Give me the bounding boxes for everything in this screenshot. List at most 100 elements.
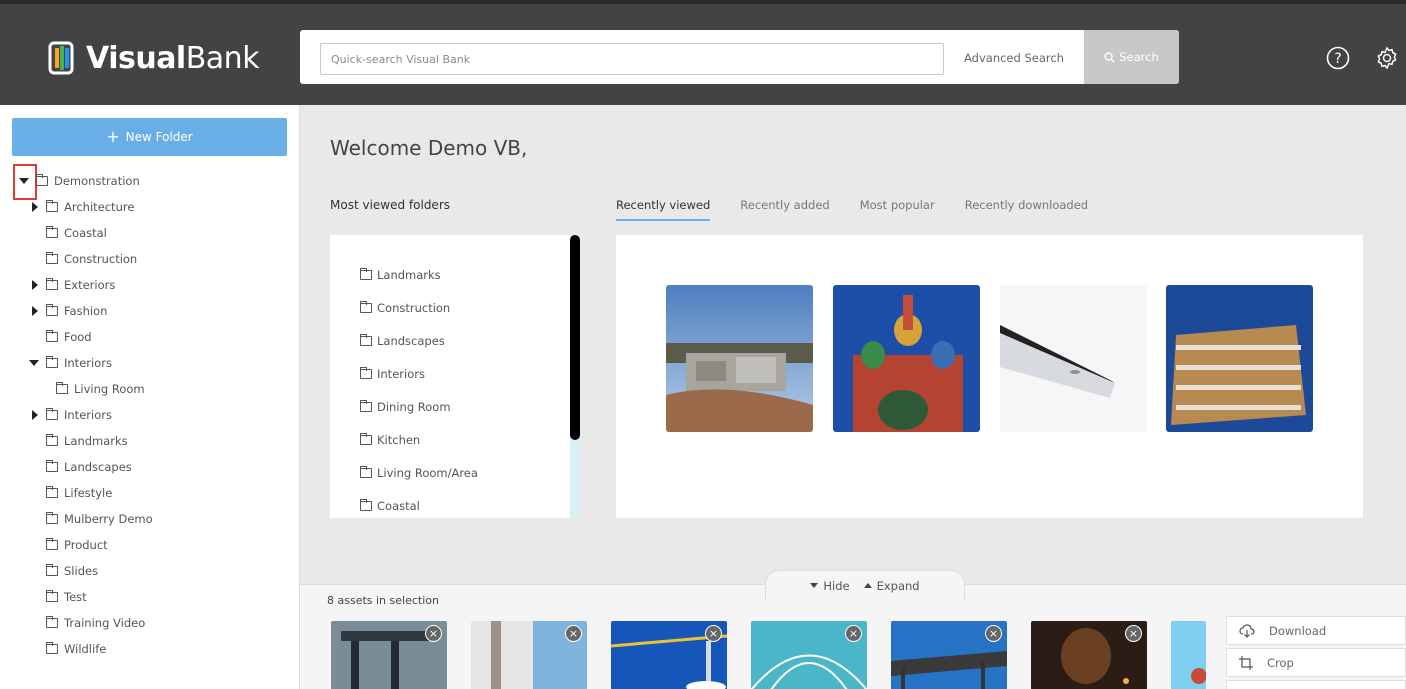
tree-item-coastal[interactable]: Coastal bbox=[46, 223, 107, 243]
mv-folder-item[interactable]: Landmarks bbox=[360, 268, 441, 282]
download-label: Download bbox=[1269, 623, 1327, 638]
tree-item-fashion[interactable]: Fashion bbox=[46, 301, 107, 321]
tree-item-demonstration[interactable]: Demonstration bbox=[36, 171, 140, 191]
selection-thumbnail[interactable]: × bbox=[751, 621, 867, 689]
selection-thumbnail[interactable]: × bbox=[891, 621, 1007, 689]
expand-interiors-icon[interactable] bbox=[32, 410, 38, 420]
tree-item-living-room[interactable]: Living Room bbox=[56, 379, 145, 399]
mv-folder-item[interactable]: Living Room/Area bbox=[360, 466, 478, 480]
mv-folder-label: Kitchen bbox=[377, 433, 421, 447]
expand-tray-button[interactable]: Expand bbox=[863, 579, 920, 593]
tree-item-exteriors[interactable]: Exteriors bbox=[46, 275, 115, 295]
logo-text: VisualBank bbox=[86, 40, 260, 76]
folder-icon bbox=[360, 301, 372, 313]
selection-thumbnail[interactable]: × bbox=[611, 621, 727, 689]
tree-item-label: Interiors bbox=[64, 408, 112, 422]
tab-recently-downloaded[interactable]: Recently downloaded bbox=[965, 198, 1088, 221]
search-button[interactable]: Search bbox=[1084, 30, 1179, 84]
mv-folder-label: Landscapes bbox=[377, 334, 445, 348]
mv-folder-item[interactable]: Landscapes bbox=[360, 334, 445, 348]
tab-recently-added[interactable]: Recently added bbox=[740, 198, 829, 221]
expand-fashion-icon[interactable] bbox=[32, 306, 38, 316]
folder-icon bbox=[360, 499, 372, 511]
tree-item-training-video[interactable]: Training Video bbox=[46, 613, 145, 633]
recent-assets-panel bbox=[616, 235, 1363, 518]
more-actions-button[interactable] bbox=[1226, 680, 1406, 689]
tree-item-construction[interactable]: Construction bbox=[46, 249, 137, 269]
folder-icon bbox=[360, 334, 372, 346]
mv-folder-label: Living Room/Area bbox=[377, 466, 478, 480]
tab-recently-viewed[interactable]: Recently viewed bbox=[616, 198, 711, 221]
tree-item-landmarks[interactable]: Landmarks bbox=[46, 431, 128, 451]
folder-icon bbox=[46, 252, 58, 264]
tree-item-wildlife[interactable]: Wildlife bbox=[46, 639, 106, 659]
remove-icon[interactable]: × bbox=[705, 625, 722, 642]
selection-thumbnail[interactable]: × bbox=[331, 621, 447, 689]
tree-item-lifestyle[interactable]: Lifestyle bbox=[46, 483, 112, 503]
tree-item-label: Exteriors bbox=[64, 278, 116, 292]
tree-item-label: Fashion bbox=[64, 304, 108, 318]
tree-item-food[interactable]: Food bbox=[46, 327, 92, 347]
mv-folder-item[interactable]: Coastal bbox=[360, 499, 420, 513]
mv-folder-item[interactable]: Kitchen bbox=[360, 433, 420, 447]
caret-down-icon bbox=[810, 583, 819, 588]
expand-architecture-icon[interactable] bbox=[32, 202, 38, 212]
mv-folder-item[interactable]: Dining Room bbox=[360, 400, 451, 414]
tree-item-label: Lifestyle bbox=[64, 486, 113, 500]
tree-item-slides[interactable]: Slides bbox=[46, 561, 98, 581]
remove-icon[interactable]: × bbox=[565, 625, 582, 642]
remove-icon[interactable]: × bbox=[1125, 625, 1142, 642]
selection-thumbnail[interactable] bbox=[1171, 621, 1206, 689]
remove-icon[interactable]: × bbox=[985, 625, 1002, 642]
folder-icon bbox=[36, 174, 48, 186]
folder-icon bbox=[46, 564, 58, 576]
tree-item-mulberry-demo[interactable]: Mulberry Demo bbox=[46, 509, 153, 529]
tree-item-label: Landscapes bbox=[64, 460, 132, 474]
collapse-demonstration-icon[interactable] bbox=[19, 178, 29, 184]
tree-item-interiors-2[interactable]: Interiors bbox=[46, 405, 112, 425]
advanced-search-link[interactable]: Advanced Search bbox=[964, 51, 1064, 65]
tree-item-label: Test bbox=[64, 590, 87, 604]
tree-item-landscapes[interactable]: Landscapes bbox=[46, 457, 132, 477]
expand-exteriors-icon[interactable] bbox=[32, 280, 38, 290]
tree-item-architecture[interactable]: Architecture bbox=[46, 197, 134, 217]
cloud-download-icon bbox=[1239, 623, 1255, 638]
asset-thumbnail[interactable] bbox=[1000, 285, 1147, 432]
folder-icon bbox=[46, 226, 58, 238]
folder-icon bbox=[56, 382, 68, 394]
tree-item-test[interactable]: Test bbox=[46, 587, 87, 607]
most-viewed-folders-panel: Landmarks Construction Landscapes Interi… bbox=[330, 235, 580, 518]
asset-thumbnail[interactable] bbox=[1166, 285, 1313, 432]
mv-folder-label: Interiors bbox=[377, 367, 425, 381]
mv-folder-item[interactable]: Interiors bbox=[360, 367, 425, 381]
new-folder-button[interactable]: + New Folder bbox=[12, 118, 287, 156]
top-header: VisualBank Advanced Search Search ? bbox=[0, 0, 1406, 105]
visualbank-logo[interactable]: VisualBank bbox=[48, 37, 260, 79]
quick-search-input[interactable] bbox=[320, 43, 944, 75]
remove-icon[interactable]: × bbox=[845, 625, 862, 642]
tree-item-label: Living Room bbox=[74, 382, 145, 396]
asset-thumbnail[interactable] bbox=[666, 285, 813, 432]
scrollbar-thumb[interactable] bbox=[570, 235, 580, 440]
folder-icon bbox=[46, 538, 58, 550]
search-button-label: Search bbox=[1119, 50, 1159, 64]
tab-most-popular[interactable]: Most popular bbox=[860, 198, 935, 221]
tree-item-label: Architecture bbox=[64, 200, 135, 214]
tree-item-label: Construction bbox=[64, 252, 138, 266]
download-button[interactable]: Download bbox=[1226, 616, 1406, 645]
folder-icon bbox=[360, 367, 372, 379]
tree-item-interiors[interactable]: Interiors bbox=[46, 353, 112, 373]
help-icon[interactable]: ? bbox=[1326, 46, 1350, 70]
hide-label: Hide bbox=[823, 578, 850, 593]
selection-thumbnail[interactable]: × bbox=[1031, 621, 1147, 689]
mv-folder-item[interactable]: Construction bbox=[360, 301, 450, 315]
folder-icon bbox=[46, 590, 58, 602]
hide-tray-button[interactable]: Hide bbox=[810, 578, 850, 593]
collapse-interiors-icon[interactable] bbox=[29, 360, 39, 366]
selection-thumbnail[interactable]: × bbox=[471, 621, 587, 689]
gear-icon[interactable] bbox=[1375, 46, 1399, 70]
tree-item-product[interactable]: Product bbox=[46, 535, 108, 555]
asset-thumbnail[interactable] bbox=[833, 285, 980, 432]
remove-icon[interactable]: × bbox=[425, 625, 442, 642]
crop-button[interactable]: Crop bbox=[1226, 648, 1406, 677]
